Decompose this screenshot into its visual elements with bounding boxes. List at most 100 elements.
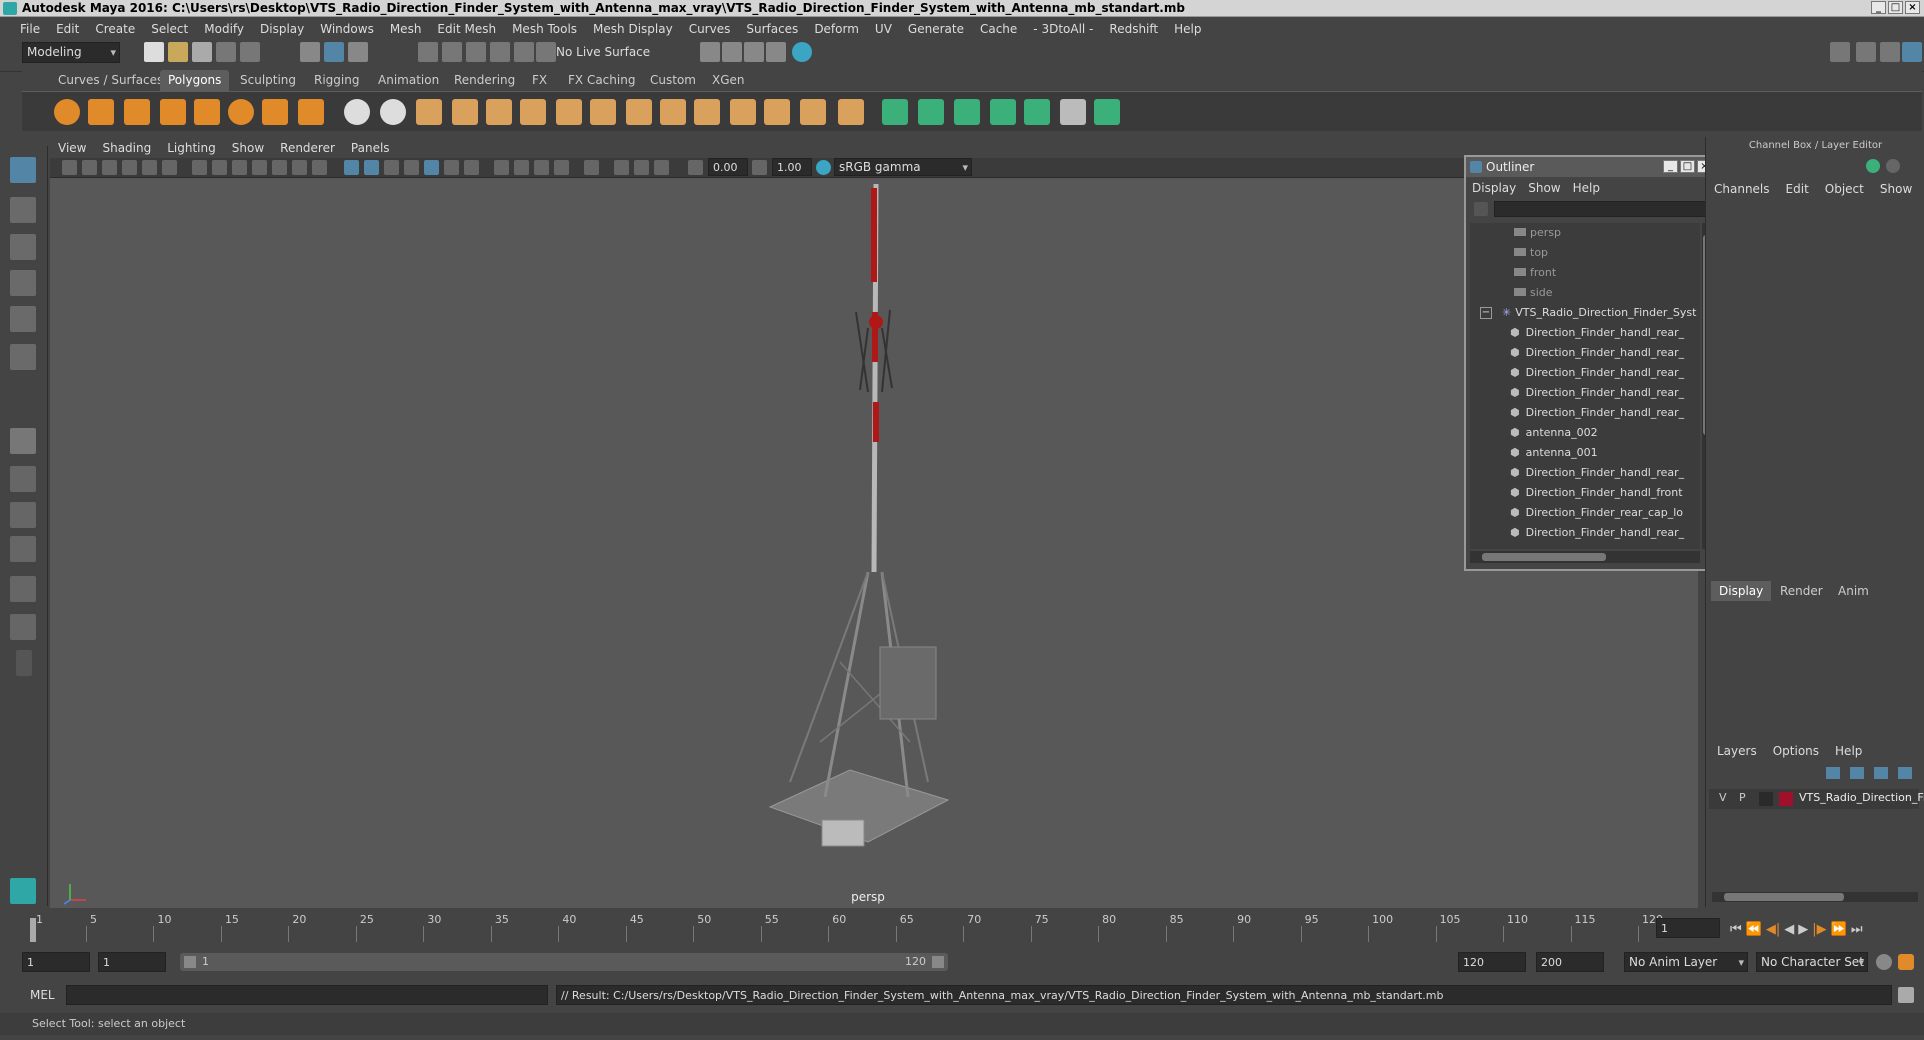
outliner-row-mesh[interactable]: ⬢ Direction_Finder_rear_cap_lo bbox=[1510, 503, 1683, 523]
layer-tab-render[interactable]: Render bbox=[1772, 581, 1831, 601]
menu-modify[interactable]: Modify bbox=[196, 22, 252, 36]
outliner-row-mesh[interactable]: ⬢ Direction_Finder_handl_rear_ bbox=[1510, 343, 1684, 363]
shelf-tab-rendering[interactable]: Rendering bbox=[446, 70, 523, 91]
poly-sphere-icon[interactable] bbox=[54, 99, 80, 125]
layer-type-toggle[interactable] bbox=[1759, 792, 1773, 806]
layer-color-swatch[interactable] bbox=[1779, 792, 1793, 806]
outliner-minimize-button[interactable]: _ bbox=[1663, 160, 1678, 173]
live-surface-label[interactable]: No Live Surface bbox=[556, 43, 656, 62]
outliner-filter-icon[interactable] bbox=[1474, 202, 1488, 216]
auto-key-icon[interactable] bbox=[1876, 954, 1892, 970]
outliner-search-input[interactable] bbox=[1494, 201, 1710, 217]
graph-layout-icon[interactable] bbox=[10, 576, 36, 602]
channel-box-mode-icon[interactable] bbox=[1866, 159, 1880, 173]
play-backwards-icon[interactable]: ◀ bbox=[1784, 922, 1794, 937]
shelf-tab-animation[interactable]: Animation bbox=[370, 70, 447, 91]
attribute-editor-icon[interactable] bbox=[1856, 42, 1876, 62]
outliner-row-group[interactable]: − ✳ VTS_Radio_Direction_Finder_Syst bbox=[1480, 303, 1696, 323]
scene-start-field[interactable]: 1 bbox=[22, 952, 90, 972]
viewport-menu-view[interactable]: View bbox=[50, 141, 94, 155]
step-back-frame-icon[interactable]: ◀︎| bbox=[1766, 922, 1780, 937]
snap-grid-icon[interactable] bbox=[418, 42, 438, 62]
grease-pencil-icon[interactable] bbox=[162, 160, 177, 175]
bookmark-icon[interactable] bbox=[102, 160, 117, 175]
scale-tool-icon[interactable] bbox=[10, 344, 36, 370]
ambient-occlusion-icon[interactable] bbox=[494, 160, 509, 175]
outliner-titlebar[interactable]: Outliner _ □ × bbox=[1466, 157, 1716, 177]
rotate-tool-icon[interactable] bbox=[10, 306, 36, 332]
cb-menu-edit[interactable]: Edit bbox=[1778, 179, 1817, 199]
exposure-icon[interactable] bbox=[688, 160, 703, 175]
menu-curves[interactable]: Curves bbox=[681, 22, 739, 36]
image-plane-icon[interactable] bbox=[122, 160, 137, 175]
smooth-shade-icon[interactable] bbox=[364, 160, 379, 175]
motion-blur-icon[interactable] bbox=[514, 160, 529, 175]
safe-action-icon[interactable] bbox=[292, 160, 307, 175]
current-time-indicator[interactable] bbox=[30, 918, 36, 942]
range-end-handle[interactable] bbox=[932, 956, 944, 968]
play-forwards-icon[interactable]: ▶ bbox=[1798, 922, 1808, 937]
layer-tab-display[interactable]: Display bbox=[1711, 581, 1772, 601]
save-scene-icon[interactable] bbox=[192, 42, 212, 62]
menu-3dtoall[interactable]: - 3DtoAll - bbox=[1025, 22, 1101, 36]
snap-live-icon[interactable] bbox=[536, 42, 556, 62]
layer-move-up-icon[interactable] bbox=[1826, 767, 1840, 779]
cb-menu-channels[interactable]: Channels bbox=[1706, 179, 1778, 199]
viewport-menu-renderer[interactable]: Renderer bbox=[272, 141, 343, 155]
depth-of-field-icon[interactable] bbox=[554, 160, 569, 175]
color-management-icon[interactable] bbox=[816, 160, 831, 175]
single-perspective-layout-icon[interactable] bbox=[10, 428, 36, 454]
shelf-tab-curves-surfaces[interactable]: Curves / Surfaces bbox=[50, 70, 171, 91]
layer-tab-anim[interactable]: Anim bbox=[1830, 581, 1877, 601]
layer-row[interactable]: V P VTS_Radio_Direction_Fi bbox=[1709, 789, 1924, 809]
snap-view-icon[interactable] bbox=[490, 42, 510, 62]
scrollbar-thumb[interactable] bbox=[1724, 893, 1844, 901]
color-space-dropdown[interactable]: sRGB gamma bbox=[834, 158, 972, 176]
layer-horizontal-scrollbar[interactable] bbox=[1712, 892, 1918, 902]
menu-file[interactable]: File bbox=[12, 22, 48, 36]
render-settings-icon[interactable] bbox=[766, 42, 786, 62]
shelf-tab-rigging[interactable]: Rigging bbox=[306, 70, 367, 91]
snap-surface-icon[interactable] bbox=[514, 42, 534, 62]
uv-editor-icon[interactable] bbox=[1024, 99, 1050, 125]
layer-menu-layers[interactable]: Layers bbox=[1709, 741, 1765, 761]
undo-icon[interactable] bbox=[216, 42, 236, 62]
hypershade-layout-icon[interactable] bbox=[10, 614, 36, 640]
insert-edge-loop-icon[interactable] bbox=[694, 99, 720, 125]
scene-end-field[interactable]: 200 bbox=[1536, 952, 1604, 972]
layer-name[interactable]: VTS_Radio_Direction_Fi bbox=[1799, 791, 1924, 804]
outliner-row-mesh[interactable]: ⬢ Direction_Finder_handl_rear_ bbox=[1510, 363, 1684, 383]
shelf-tab-xgen[interactable]: XGen bbox=[704, 70, 753, 91]
menu-mesh[interactable]: Mesh bbox=[382, 22, 430, 36]
redo-icon[interactable] bbox=[240, 42, 260, 62]
camera-select-icon[interactable] bbox=[62, 160, 77, 175]
outliner-row-mesh[interactable]: ⬢ Direction_Finder_handl_rear_ bbox=[1510, 403, 1684, 423]
multi-cut-icon[interactable] bbox=[660, 99, 686, 125]
xray-icon[interactable] bbox=[424, 160, 439, 175]
outliner-menu-help[interactable]: Help bbox=[1567, 181, 1606, 195]
render-current-icon[interactable] bbox=[722, 42, 742, 62]
snap-point-icon[interactable] bbox=[466, 42, 486, 62]
bridge-icon[interactable] bbox=[520, 99, 546, 125]
shelf-tab-polygons[interactable]: Polygons bbox=[160, 70, 230, 91]
command-input[interactable] bbox=[66, 985, 548, 1005]
menu-display[interactable]: Display bbox=[252, 22, 312, 36]
separate-icon[interactable] bbox=[380, 99, 406, 125]
playback-end-field[interactable]: 120 bbox=[1458, 952, 1526, 972]
layer-menu-options[interactable]: Options bbox=[1765, 741, 1827, 761]
viewport-persp[interactable] bbox=[50, 142, 1698, 908]
shadows-icon[interactable] bbox=[464, 160, 479, 175]
outliner-horizontal-scrollbar[interactable] bbox=[1470, 551, 1700, 563]
outliner-row-mesh[interactable]: ⬢ Direction_Finder_handl_front bbox=[1510, 483, 1683, 503]
outliner-row-mesh[interactable]: ⬢ Direction_Finder_handl_rear_ bbox=[1510, 463, 1684, 483]
select-tool-icon[interactable] bbox=[10, 157, 36, 183]
menu-redshift[interactable]: Redshift bbox=[1101, 22, 1166, 36]
outliner-row-persp[interactable]: persp bbox=[1514, 223, 1561, 243]
append-icon[interactable] bbox=[590, 99, 616, 125]
automatic-mapping-icon[interactable] bbox=[990, 99, 1016, 125]
outliner-row-mesh[interactable]: ⬢ antenna_002 bbox=[1510, 423, 1598, 443]
shelf-tab-custom[interactable]: Custom bbox=[642, 70, 704, 91]
layer-visibility-toggle[interactable]: V bbox=[1719, 791, 1727, 804]
anti-aliasing-icon[interactable] bbox=[534, 160, 549, 175]
default-material-icon[interactable] bbox=[384, 160, 399, 175]
